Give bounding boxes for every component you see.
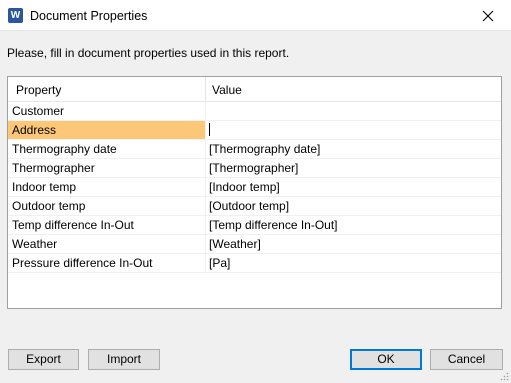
value-cell[interactable]: [Thermographer] bbox=[206, 159, 501, 177]
value-cell[interactable]: [Indoor temp] bbox=[206, 178, 501, 196]
property-cell[interactable]: Weather bbox=[8, 235, 205, 253]
grid-rows: Customer Address Thermography date [Ther… bbox=[8, 102, 501, 273]
column-header-value[interactable]: Value bbox=[212, 83, 242, 97]
text-caret bbox=[209, 123, 210, 136]
property-cell[interactable]: Temp difference In-Out bbox=[8, 216, 205, 234]
table-row[interactable]: Weather [Weather] bbox=[8, 235, 501, 254]
value-cell[interactable]: [Pa] bbox=[206, 254, 501, 272]
properties-grid[interactable]: Property Value Customer Address Thermogr… bbox=[7, 76, 502, 309]
property-cell[interactable]: Thermographer bbox=[8, 159, 205, 177]
ok-button[interactable]: OK bbox=[350, 349, 422, 370]
value-cell[interactable]: [Thermography date] bbox=[206, 140, 501, 158]
property-cell[interactable]: Customer bbox=[8, 102, 205, 120]
table-row[interactable]: Customer bbox=[8, 102, 501, 121]
table-row[interactable]: Temp difference In-Out [Temp difference … bbox=[8, 216, 501, 235]
window-title: Document Properties bbox=[30, 9, 148, 23]
table-row[interactable]: Thermographer [Thermographer] bbox=[8, 159, 501, 178]
table-row[interactable]: Outdoor temp [Outdoor temp] bbox=[8, 197, 501, 216]
grid-header: Property Value bbox=[8, 77, 501, 102]
export-button[interactable]: Export bbox=[8, 349, 79, 370]
value-cell[interactable]: [Outdoor temp] bbox=[206, 197, 501, 215]
import-button[interactable]: Import bbox=[88, 349, 160, 370]
resize-grip-icon[interactable] bbox=[499, 371, 509, 381]
column-header-property[interactable]: Property bbox=[16, 83, 61, 97]
property-cell[interactable]: Pressure difference In-Out bbox=[8, 254, 205, 272]
value-cell[interactable]: [Weather] bbox=[206, 235, 501, 253]
property-cell[interactable]: Indoor temp bbox=[8, 178, 205, 196]
title-bar: W Document Properties bbox=[0, 0, 511, 31]
instructions-text: Please, fill in document properties used… bbox=[7, 46, 290, 60]
value-cell[interactable]: [Temp difference In-Out] bbox=[206, 216, 501, 234]
cancel-button[interactable]: Cancel bbox=[430, 349, 503, 370]
close-icon bbox=[482, 10, 494, 21]
table-row[interactable]: Indoor temp [Indoor temp] bbox=[8, 178, 501, 197]
word-icon: W bbox=[8, 8, 23, 23]
table-row-selected[interactable]: Address bbox=[8, 121, 501, 140]
close-button[interactable] bbox=[465, 0, 511, 31]
property-cell[interactable]: Address bbox=[8, 121, 205, 139]
value-cell[interactable] bbox=[206, 102, 501, 120]
value-edit-field[interactable] bbox=[206, 121, 501, 139]
property-cell[interactable]: Thermography date bbox=[8, 140, 205, 158]
table-row[interactable]: Pressure difference In-Out [Pa] bbox=[8, 254, 501, 273]
property-cell[interactable]: Outdoor temp bbox=[8, 197, 205, 215]
table-row[interactable]: Thermography date [Thermography date] bbox=[8, 140, 501, 159]
column-divider[interactable] bbox=[205, 77, 206, 102]
